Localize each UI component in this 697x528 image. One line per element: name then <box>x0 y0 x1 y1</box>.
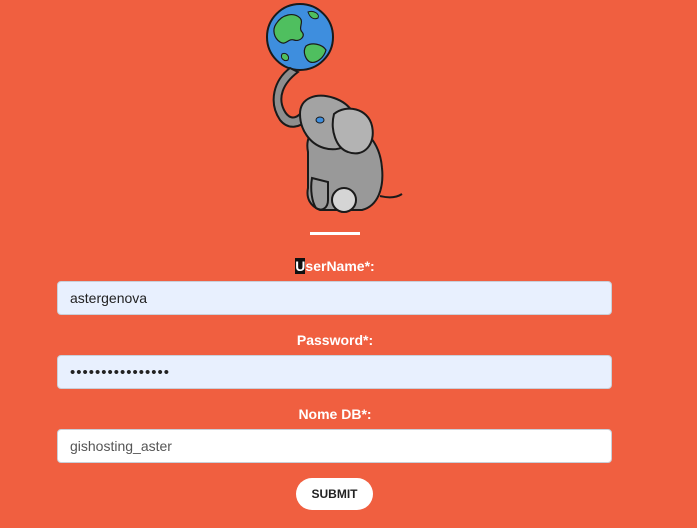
password-label: Password*: <box>296 332 374 348</box>
username-label: UserName*: <box>0 258 670 274</box>
username-label-text: serName*: <box>305 258 375 274</box>
elephant-globe-icon <box>266 3 403 213</box>
submit-button[interactable]: SUBMIT <box>296 478 373 510</box>
password-input[interactable] <box>57 355 612 389</box>
logo-divider <box>310 232 360 235</box>
elephant-globe-logo <box>260 2 410 214</box>
globe-icon <box>266 3 334 71</box>
username-label-highlight: U <box>295 258 306 274</box>
dbname-input[interactable] <box>57 429 612 463</box>
dbname-label: Nome DB*: <box>298 406 372 422</box>
username-input[interactable] <box>57 281 612 315</box>
